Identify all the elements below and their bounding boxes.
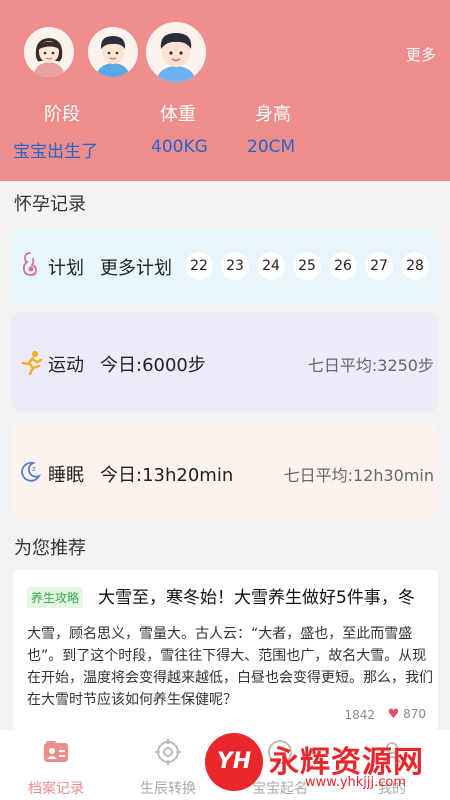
recommend-section-title: 为您推荐 [14,538,86,559]
sleep-average: 七日平均:12h30min [283,466,434,485]
sport-card[interactable]: 运动 今日:6000步 七日平均:3250步 [11,312,438,412]
sleep-card[interactable]: z 睡眠 今日:13h20min 七日平均:12h30min [11,422,438,520]
tab-label: 生辰转换 [140,781,196,797]
tab-profile-records[interactable]: 档案记录 [11,738,101,798]
target-icon [155,739,181,765]
more-button[interactable]: 更多 [406,44,436,65]
heart-icon: ♥ [387,707,400,722]
svg-text:z: z [32,465,36,473]
weight-value: 400KG [151,137,208,157]
sport-title: 运动 [48,355,84,376]
day-24[interactable]: 24 [257,252,285,280]
tab-label: 档案记录 [28,781,84,797]
day-22[interactable]: 22 [185,252,213,280]
tab-birth-convert[interactable]: 生辰转换 [123,738,213,798]
day-23[interactable]: 23 [221,252,249,280]
like-count[interactable]: ♥ 870 [388,707,426,722]
like-count-value: 870 [403,707,426,721]
article-body: 大雪，顾名思义，雪量大。古人云：“大者，盛也，至此而雪盛也”。到了这个时段，雪往… [27,626,433,708]
moon-icon: z [21,461,41,482]
article-tag: 养生攻略 [27,587,84,608]
sleep-title: 睡眠 [48,465,84,486]
article-card[interactable]: 养生攻略 大雪至，寒冬始！大雪养生做好5件事，冬 大雪，顾名思义，雪量大。古人云… [13,570,438,730]
sleep-today: 今日:13h20min [100,465,234,486]
dad-avatar[interactable] [88,27,138,77]
baby-avatar[interactable] [146,22,206,82]
day-27[interactable]: 27 [365,252,393,280]
sport-today: 今日:6000步 [100,355,206,376]
stage-value: 宝宝出生了 [13,142,98,162]
stage-label: 阶段 [44,104,80,125]
watermark-url: www.yhkjjj.com [305,775,407,790]
watermark-badge: YH [205,733,263,791]
watermark-logo: YH 永辉资源网 www.yhkjjj.com [205,733,445,793]
profile-header: 更多 阶段 体重 身高 宝宝出生了 400KG 20CM [0,0,450,181]
weight-label: 体重 [160,104,196,125]
pregnancy-icon [22,252,37,276]
more-plans-link[interactable]: 更多计划 [100,254,172,280]
day-26[interactable]: 26 [329,252,357,280]
mom-avatar[interactable] [24,27,74,77]
article-title[interactable]: 大雪至，寒冬始！大雪养生做好5件事，冬 [98,583,438,608]
plan-title: 计划 [48,258,84,279]
running-icon [21,351,43,376]
view-count: 1842 [344,708,375,722]
profile-card-icon [44,741,68,762]
height-label: 身高 [255,104,291,125]
sport-average: 七日平均:3250步 [307,356,434,375]
height-value: 20CM [247,137,296,157]
day-28[interactable]: 28 [401,252,429,280]
day-25[interactable]: 25 [293,252,321,280]
records-section-title: 怀孕记录 [14,194,86,215]
